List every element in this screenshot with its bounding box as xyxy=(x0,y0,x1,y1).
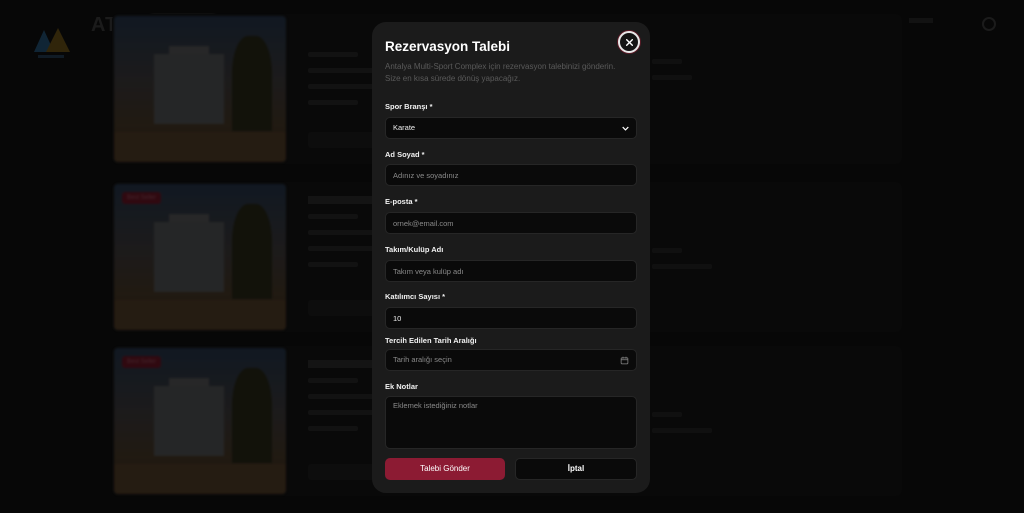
reservation-modal: Rezervasyon Talebi Antalya Multi-Sport C… xyxy=(372,22,650,493)
team-label: Takım/Kulüp Adı xyxy=(385,245,444,254)
modal-title: Rezervasyon Talebi xyxy=(385,39,511,54)
date-range-label: Tercih Edilen Tarih Aralığı xyxy=(385,336,477,345)
team-input[interactable] xyxy=(385,260,637,282)
date-range-placeholder: Tarih aralığı seçin xyxy=(393,355,452,364)
date-range-picker[interactable]: Tarih aralığı seçin xyxy=(385,349,637,371)
name-label: Ad Soyad * xyxy=(385,150,425,159)
notes-label: Ek Notlar xyxy=(385,382,418,391)
email-label: E-posta * xyxy=(385,197,418,206)
participants-label: Katılımcı Sayısı * xyxy=(385,292,446,301)
sport-label: Spor Branşı * xyxy=(385,102,433,111)
calendar-icon xyxy=(620,356,629,364)
sport-select-value: Karate xyxy=(393,123,416,132)
participants-input[interactable] xyxy=(385,307,637,329)
page: AT Best Seller Best Seller Rezervasyon T… xyxy=(0,0,1024,513)
notes-textarea[interactable] xyxy=(385,396,637,449)
name-input[interactable] xyxy=(385,164,637,186)
sport-select[interactable]: Karate xyxy=(385,117,637,139)
close-icon xyxy=(625,38,633,46)
email-input[interactable] xyxy=(385,212,637,234)
modal-subtitle: Antalya Multi-Sport Complex için rezerva… xyxy=(385,62,616,83)
close-button[interactable] xyxy=(618,31,640,53)
cancel-button[interactable]: İptal xyxy=(515,458,637,480)
submit-button[interactable]: Talebi Gönder xyxy=(385,458,505,480)
chevron-down-icon xyxy=(622,126,629,131)
